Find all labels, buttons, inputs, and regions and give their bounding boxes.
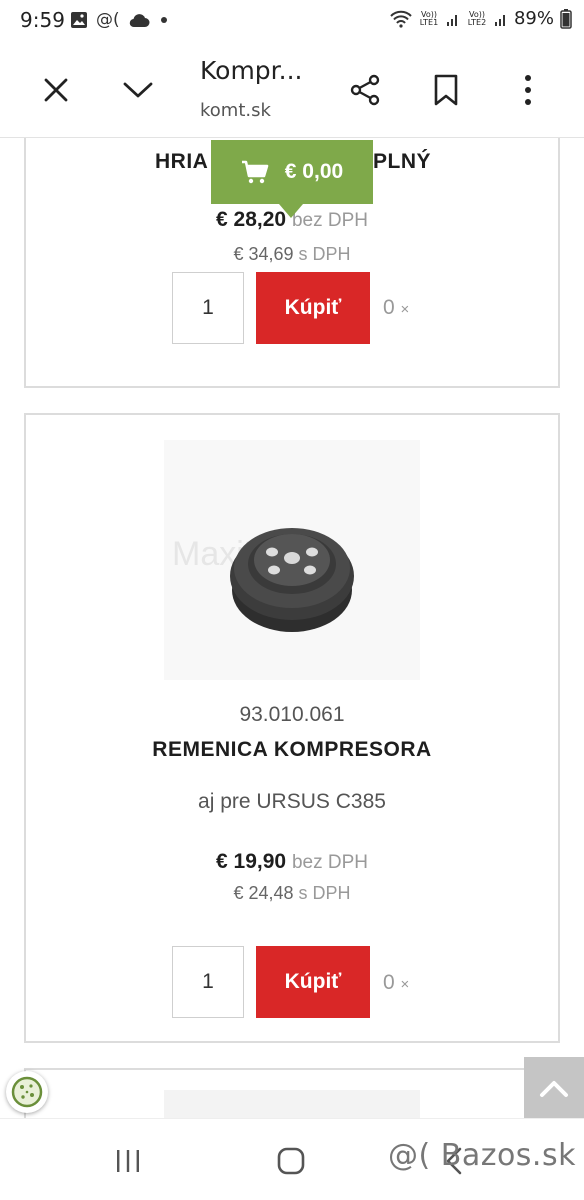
product-code: 93.010.061 (239, 703, 345, 726)
page-title: Kompr... (200, 56, 303, 85)
battery-level: 89% (513, 8, 554, 29)
in-cart-count: 0 × (383, 971, 410, 994)
cart-total: € 0,00 (284, 160, 344, 183)
status-time: 9:59 (20, 8, 65, 32)
page-content: HRIA PLNÝ € 28,20 bez DPH € 34,69 s DPH … (0, 138, 584, 1118)
product-name[interactable]: REMENICA KOMPRESORA (26, 738, 558, 762)
chevron-down-icon (123, 82, 153, 98)
bookmark-button[interactable] (424, 68, 468, 112)
cookie-settings-button[interactable] (6, 1071, 48, 1113)
cloud-icon (129, 14, 150, 28)
price-gross: € 34,69 s DPH (233, 244, 351, 264)
in-cart-count: 0 × (383, 296, 410, 319)
bazos-watermark: @( Bazos.sk (388, 1138, 576, 1173)
buy-button[interactable]: Kúpiť (256, 946, 370, 1018)
price-gross: € 24,48 s DPH (233, 883, 351, 903)
close-icon (44, 78, 68, 102)
notification-icons: @( (70, 10, 170, 30)
system-status: Vo)) LTE1 Vo)) LTE2 89% (390, 8, 572, 29)
product-image[interactable] (164, 1090, 420, 1118)
scroll-to-top-button[interactable] (524, 1057, 584, 1119)
cart-icon (241, 160, 269, 184)
more-icon (525, 75, 531, 105)
quantity-input[interactable] (172, 946, 244, 1018)
gallery-icon (71, 12, 87, 28)
home-button[interactable] (269, 1141, 313, 1181)
at-icon: @( (96, 10, 120, 30)
product-image[interactable]: MaxiMT (164, 440, 420, 680)
wifi-icon (390, 10, 412, 28)
product-card: MaxiMT 93.010.061 REMENICA KOMPRESORA aj… (24, 413, 560, 1043)
bookmark-icon (434, 74, 458, 106)
status-bar: 9:59 @( Vo)) LTE1 Vo)) LTE2 89% (0, 0, 584, 42)
browser-toolbar: Kompr... komt.sk (0, 42, 584, 138)
signal-icon (494, 14, 505, 26)
close-button[interactable] (34, 68, 78, 112)
cart-summary-button[interactable]: € 0,00 (211, 140, 373, 218)
recent-apps-icon (117, 1150, 139, 1172)
pulley-image: MaxiMT (172, 528, 354, 632)
page-domain: komt.sk (200, 100, 271, 121)
cookie-icon (11, 1076, 43, 1108)
quantity-input[interactable] (172, 272, 244, 344)
recent-apps-button[interactable] (106, 1141, 150, 1181)
battery-icon (560, 8, 572, 29)
product-description: aj pre URSUS C385 (198, 790, 386, 813)
product-card (24, 1068, 560, 1118)
minimize-button[interactable] (116, 68, 160, 112)
price-net: € 19,90 bez DPH (216, 850, 368, 873)
network1-label: Vo)) LTE1 (419, 9, 439, 27)
share-icon (350, 74, 380, 106)
more-options-button[interactable] (506, 68, 550, 112)
signal-icon (446, 14, 457, 26)
dot-icon (160, 17, 167, 23)
share-button[interactable] (343, 68, 387, 112)
network2-label: Vo)) LTE2 (467, 9, 487, 27)
home-icon (277, 1147, 305, 1175)
buy-button[interactable]: Kúpiť (256, 272, 370, 344)
chevron-up-icon (540, 1081, 568, 1097)
